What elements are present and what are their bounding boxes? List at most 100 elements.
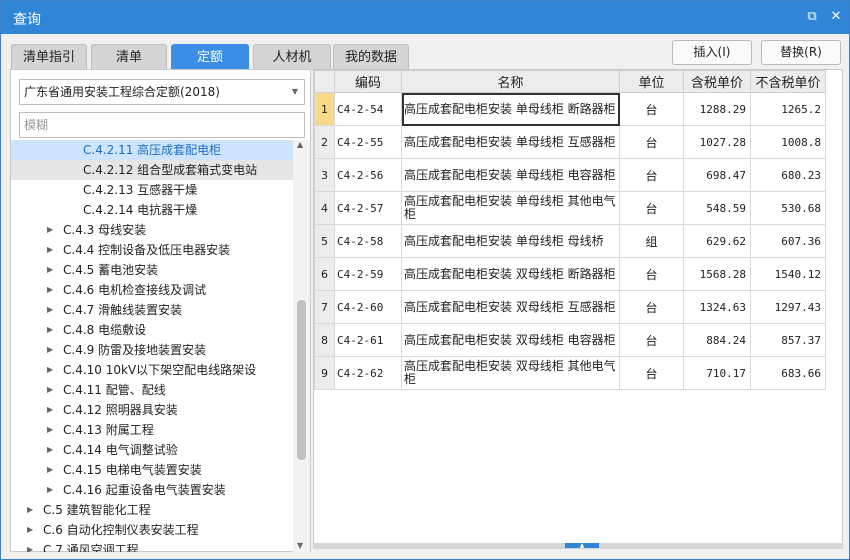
row-index[interactable]: 5 xyxy=(314,224,335,258)
cell-tax-price[interactable]: 1288.29 xyxy=(683,92,751,126)
column-header-code[interactable]: 编码 xyxy=(334,70,402,93)
cell-tax-price[interactable]: 1324.63 xyxy=(683,290,751,324)
row-index[interactable]: 7 xyxy=(314,290,335,324)
cell-unit[interactable]: 台 xyxy=(619,92,684,126)
tree-item[interactable]: ▶ C.4.14 电气调整试验 xyxy=(11,440,293,460)
column-header-tax-price[interactable]: 含税单价 xyxy=(683,70,751,93)
expand-arrow-icon[interactable]: ▶ xyxy=(47,480,55,500)
quota-library-dropdown[interactable]: 广东省通用安装工程综合定额(2018) ▼ xyxy=(19,79,305,105)
cell-tax-price[interactable]: 884.24 xyxy=(683,323,751,357)
tree-item[interactable]: C.4.2.13 互感器干燥 xyxy=(11,180,293,200)
tree-item[interactable]: ▶ C.4.7 滑触线装置安装 xyxy=(11,300,293,320)
cell-name[interactable]: 高压成套配电柜安装 双母线柜 互感器柜 xyxy=(401,290,620,324)
cell-code[interactable]: C4-2-58 xyxy=(334,224,402,258)
tree-item[interactable]: ▶ C.4.4 控制设备及低压电器安装 xyxy=(11,240,293,260)
cell-name[interactable]: 高压成套配电柜安装 单母线柜 断路器柜 xyxy=(401,92,620,126)
scroll-down-icon[interactable]: ▼ xyxy=(297,541,303,550)
table-row[interactable]: 9 C4-2-62 高压成套配电柜安装 双母线柜 其他电气柜台 710.17 683.6… xyxy=(314,356,826,390)
cell-unit[interactable]: 台 xyxy=(619,257,684,291)
table-row[interactable]: 3 C4-2-56 高压成套配电柜安装 单母线柜 电容器柜台 698.47 680.23 xyxy=(314,158,826,192)
tree-item[interactable]: ▶ C.4.6 电机检查接线及调试 xyxy=(11,280,293,300)
row-index[interactable]: 4 xyxy=(314,191,335,225)
cell-code[interactable]: C4-2-57 xyxy=(334,191,402,225)
cell-notax-price[interactable]: 1297.43 xyxy=(750,290,826,324)
expand-arrow-icon[interactable]: ▶ xyxy=(27,520,35,540)
scrollbar-thumb[interactable] xyxy=(297,300,306,460)
search-input[interactable]: 模糊 xyxy=(19,112,305,138)
expand-arrow-icon[interactable]: ▶ xyxy=(47,260,55,280)
column-header-unit[interactable]: 单位 xyxy=(619,70,684,93)
tree-item[interactable]: C.4.2.14 电抗器干燥 xyxy=(11,200,293,220)
row-index[interactable]: 9 xyxy=(314,356,335,390)
row-index[interactable]: 3 xyxy=(314,158,335,192)
cell-unit[interactable]: 台 xyxy=(619,356,684,390)
tree-item[interactable]: ▶ C.4.10 10kV以下架空配电线路架设 xyxy=(11,360,293,380)
tree-item[interactable]: ▶ C.6 自动化控制仪表安装工程 xyxy=(11,520,293,540)
cell-notax-price[interactable]: 680.23 xyxy=(750,158,826,192)
cell-code[interactable]: C4-2-55 xyxy=(334,125,402,159)
scroll-up-icon[interactable]: ▲ xyxy=(297,140,303,149)
cell-tax-price[interactable]: 710.17 xyxy=(683,356,751,390)
table-row[interactable]: 6 C4-2-59 高压成套配电柜安装 双母线柜 断路器柜台 1568.28 1540.… xyxy=(314,257,826,291)
tree-item[interactable]: ▶ C.4.16 起重设备电气装置安装 xyxy=(11,480,293,500)
panel-splitter[interactable]: ▲ xyxy=(313,543,843,549)
tree-item[interactable]: ▶ C.4.9 防雷及接地装置安装 xyxy=(11,340,293,360)
row-index[interactable]: 1 xyxy=(314,92,335,126)
table-row[interactable]: 1 C4-2-54 高压成套配电柜安装 单母线柜 断路器柜台 1288.29 1265.… xyxy=(314,92,826,126)
expand-arrow-icon[interactable]: ▶ xyxy=(47,420,55,440)
cell-unit[interactable]: 台 xyxy=(619,290,684,324)
expand-arrow-icon[interactable]: ▶ xyxy=(47,300,55,320)
cell-name[interactable]: 高压成套配电柜安装 单母线柜 母线桥 xyxy=(401,224,620,258)
cell-tax-price[interactable]: 629.62 xyxy=(683,224,751,258)
cell-code[interactable]: C4-2-54 xyxy=(334,92,402,126)
row-index[interactable]: 2 xyxy=(314,125,335,159)
tree-item[interactable]: ▶ C.4.8 电缆敷设 xyxy=(11,320,293,340)
table-row[interactable]: 5 C4-2-58 高压成套配电柜安装 单母线柜 母线桥组 629.62 607.36 xyxy=(314,224,826,258)
cell-notax-price[interactable]: 1008.8 xyxy=(750,125,826,159)
expand-arrow-icon[interactable]: ▶ xyxy=(27,540,35,552)
cell-name[interactable]: 高压成套配电柜安装 双母线柜 断路器柜 xyxy=(401,257,620,291)
cell-tax-price[interactable]: 548.59 xyxy=(683,191,751,225)
table-row[interactable]: 8 C4-2-61 高压成套配电柜安装 双母线柜 电容器柜台 884.24 857.37 xyxy=(314,323,826,357)
table-row[interactable]: 7 C4-2-60 高压成套配电柜安装 双母线柜 互感器柜台 1324.63 1297.… xyxy=(314,290,826,324)
cell-unit[interactable]: 组 xyxy=(619,224,684,258)
cell-code[interactable]: C4-2-62 xyxy=(334,356,402,390)
cell-unit[interactable]: 台 xyxy=(619,191,684,225)
tree-item[interactable]: C.4.2.12 组合型成套箱式变电站 xyxy=(11,160,293,180)
tab-bill-guide[interactable]: 清单指引 xyxy=(11,44,87,70)
cell-notax-price[interactable]: 857.37 xyxy=(750,323,826,357)
cell-notax-price[interactable]: 683.66 xyxy=(750,356,826,390)
cell-name[interactable]: 高压成套配电柜安装 单母线柜 其他电气柜 xyxy=(401,191,620,225)
splitter-handle[interactable]: ▲ xyxy=(565,543,599,549)
tab-bill[interactable]: 清单 xyxy=(91,44,167,70)
expand-arrow-icon[interactable]: ▶ xyxy=(47,340,55,360)
tab-labor-material-machine[interactable]: 人材机 xyxy=(253,44,331,70)
cell-name[interactable]: 高压成套配电柜安装 双母线柜 其他电气柜 xyxy=(401,356,620,390)
cell-name[interactable]: 高压成套配电柜安装 单母线柜 互感器柜 xyxy=(401,125,620,159)
cell-code[interactable]: C4-2-61 xyxy=(334,323,402,357)
row-index[interactable]: 6 xyxy=(314,257,335,291)
cell-code[interactable]: C4-2-59 xyxy=(334,257,402,291)
cell-name[interactable]: 高压成套配电柜安装 双母线柜 电容器柜 xyxy=(401,323,620,357)
row-index[interactable]: 8 xyxy=(314,323,335,357)
cell-unit[interactable]: 台 xyxy=(619,125,684,159)
expand-arrow-icon[interactable]: ▶ xyxy=(27,500,35,520)
table-row[interactable]: 4 C4-2-57 高压成套配电柜安装 单母线柜 其他电气柜台 548.59 530.6… xyxy=(314,191,826,225)
cell-name[interactable]: 高压成套配电柜安装 单母线柜 电容器柜 xyxy=(401,158,620,192)
cell-notax-price[interactable]: 530.68 xyxy=(750,191,826,225)
tree-item[interactable]: ▶ C.4.13 附属工程 xyxy=(11,420,293,440)
tree-item[interactable]: ▶ C.4.5 蓄电池安装 xyxy=(11,260,293,280)
tree-scrollbar[interactable]: ▲ ▼ xyxy=(293,140,310,552)
column-header-name[interactable]: 名称 xyxy=(401,70,620,93)
expand-arrow-icon[interactable]: ▶ xyxy=(47,380,55,400)
tree-item[interactable]: ▶ C.7 通风空调工程 xyxy=(11,540,293,552)
expand-arrow-icon[interactable]: ▶ xyxy=(47,320,55,340)
expand-arrow-icon[interactable]: ▶ xyxy=(47,280,55,300)
column-header-notax-price[interactable]: 不含税单价 xyxy=(750,70,826,93)
expand-arrow-icon[interactable]: ▶ xyxy=(47,440,55,460)
cell-notax-price[interactable]: 1540.12 xyxy=(750,257,826,291)
expand-arrow-icon[interactable]: ▶ xyxy=(47,240,55,260)
tree-item[interactable]: ▶ C.4.12 照明器具安装 xyxy=(11,400,293,420)
cell-unit[interactable]: 台 xyxy=(619,158,684,192)
tree-item[interactable]: C.4.2.11 高压成套配电柜 xyxy=(11,140,293,160)
